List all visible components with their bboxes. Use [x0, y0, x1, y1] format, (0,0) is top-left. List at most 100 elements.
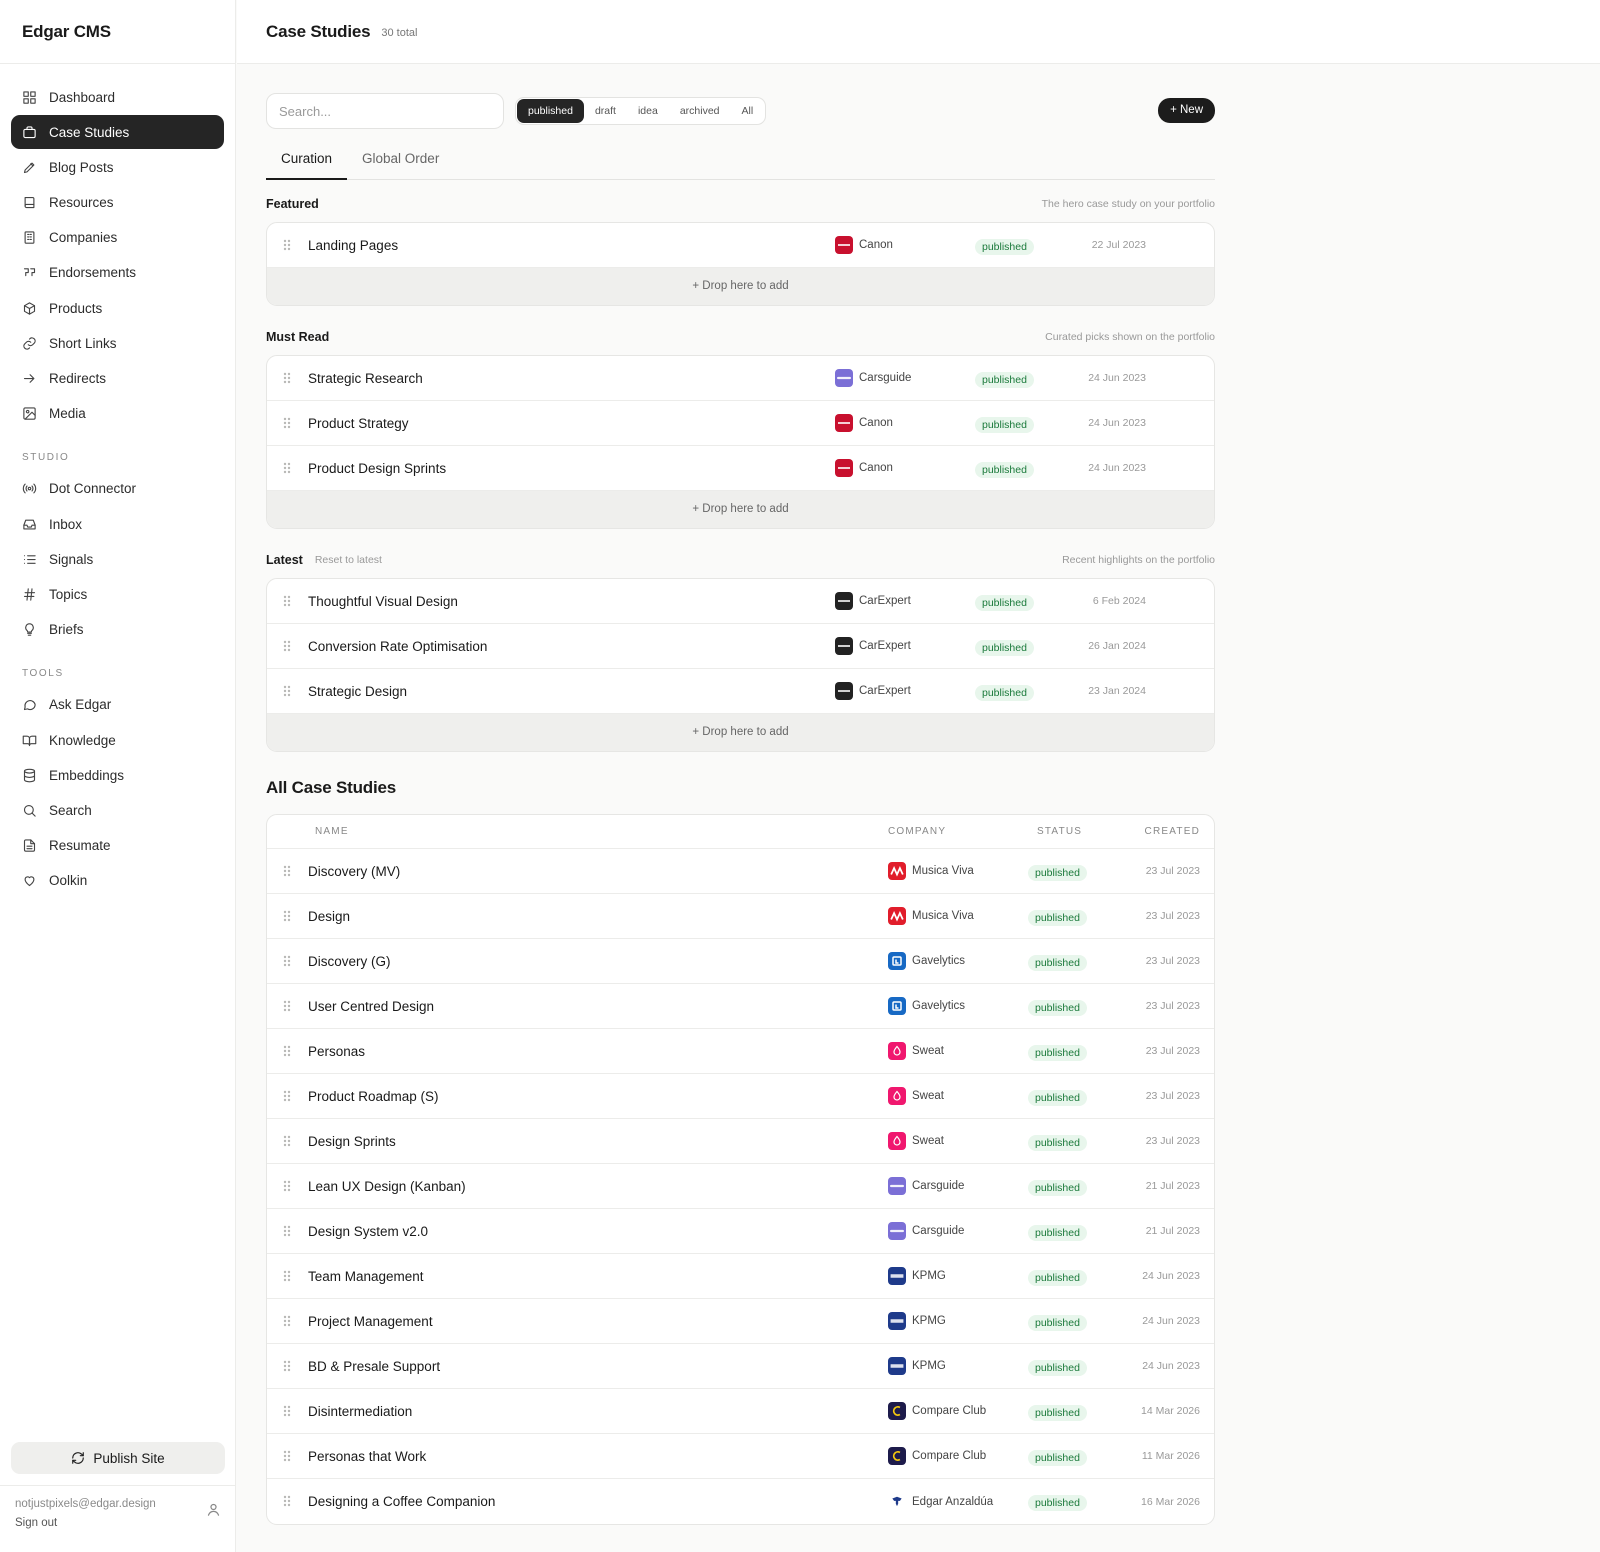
case-study-name[interactable]: Thoughtful Visual Design	[308, 594, 458, 609]
sidebar-item-inbox[interactable]: Inbox	[11, 507, 224, 541]
user-icon[interactable]	[206, 1502, 221, 1517]
filter-all[interactable]: All	[731, 99, 765, 123]
table-row[interactable]: Designing a Coffee Companion Edgar Anzald…	[267, 1479, 1214, 1524]
filter-archived[interactable]: archived	[669, 99, 731, 123]
drag-handle-icon[interactable]	[282, 1314, 292, 1328]
case-study-name[interactable]: User Centred Design	[308, 999, 434, 1014]
tab-curation[interactable]: Curation	[266, 138, 348, 180]
filter-published[interactable]: published	[517, 99, 584, 123]
case-study-name[interactable]: Lean UX Design (Kanban)	[308, 1179, 466, 1194]
drag-handle-icon[interactable]	[282, 1359, 292, 1373]
reset-to-latest-link[interactable]: Reset to latest	[315, 554, 382, 566]
table-row[interactable]: Strategic Research Carsguide published 24 J…	[267, 356, 1214, 401]
case-study-name[interactable]: BD & Presale Support	[308, 1359, 440, 1374]
column-status[interactable]: STATUS	[1037, 826, 1082, 837]
case-study-name[interactable]: Product Design Sprints	[308, 461, 446, 476]
drag-handle-icon[interactable]	[282, 1404, 292, 1418]
sidebar-item-blog-posts[interactable]: Blog Posts	[11, 150, 224, 184]
column-company[interactable]: COMPANY	[888, 826, 946, 837]
drag-handle-icon[interactable]	[282, 684, 292, 698]
drag-handle-icon[interactable]	[282, 238, 292, 252]
sidebar-item-case-studies[interactable]: Case Studies	[11, 115, 224, 150]
sidebar-item-redirects[interactable]: Redirects	[11, 362, 224, 396]
drag-handle-icon[interactable]	[282, 1494, 292, 1508]
case-study-name[interactable]: Disintermediation	[308, 1404, 412, 1419]
drag-handle-icon[interactable]	[282, 416, 292, 430]
tab-global-order[interactable]: Global Order	[347, 138, 454, 179]
publish-site-button[interactable]: Publish Site	[11, 1442, 225, 1474]
table-row[interactable]: Landing Pages Canon published 22 Jul 2023	[267, 223, 1214, 268]
table-row[interactable]: Product Design Sprints Canon published 24 J…	[267, 446, 1214, 491]
sidebar-item-embeddings[interactable]: Embeddings	[11, 758, 224, 792]
drag-handle-icon[interactable]	[282, 1179, 292, 1193]
drag-handle-icon[interactable]	[282, 1089, 292, 1103]
drag-handle-icon[interactable]	[282, 639, 292, 653]
sidebar-item-resumate[interactable]: Resumate	[11, 829, 224, 863]
sidebar-item-oolkin[interactable]: Oolkin	[11, 864, 224, 898]
sidebar-item-companies[interactable]: Companies	[11, 221, 224, 255]
drag-handle-icon[interactable]	[282, 1224, 292, 1238]
drag-handle-icon[interactable]	[282, 1134, 292, 1148]
sidebar-item-short-links[interactable]: Short Links	[11, 326, 224, 360]
sidebar-item-topics[interactable]: Topics	[11, 577, 224, 611]
drag-handle-icon[interactable]	[282, 954, 292, 968]
filter-idea[interactable]: idea	[627, 99, 669, 123]
table-row[interactable]: Design System v2.0 Carsguide published 21 J…	[267, 1209, 1214, 1254]
drag-handle-icon[interactable]	[282, 1269, 292, 1283]
case-study-name[interactable]: Team Management	[308, 1269, 424, 1284]
table-row[interactable]: Project Management KPMG published 24 Jun 20…	[267, 1299, 1214, 1344]
table-row[interactable]: Thoughtful Visual Design CarExpert publish…	[267, 579, 1214, 624]
filter-draft[interactable]: draft	[584, 99, 627, 123]
sidebar-item-knowledge[interactable]: Knowledge	[11, 723, 224, 757]
sidebar-item-endorsements[interactable]: Endorsements	[11, 256, 224, 290]
table-row[interactable]: Disintermediation Compare Club published 14…	[267, 1389, 1214, 1434]
case-study-name[interactable]: Design System v2.0	[308, 1224, 428, 1239]
table-row[interactable]: Personas Sweat published 23 Jul 2023	[267, 1029, 1214, 1074]
case-study-name[interactable]: Conversion Rate Optimisation	[308, 639, 487, 654]
table-row[interactable]: Strategic Design CarExpert published 23 Jan…	[267, 669, 1214, 714]
sidebar-item-dashboard[interactable]: Dashboard	[11, 80, 224, 114]
table-row[interactable]: Lean UX Design (Kanban) Carsguide publishe…	[267, 1164, 1214, 1209]
table-row[interactable]: Team Management KPMG published 24 Jun 2023	[267, 1254, 1214, 1299]
drag-handle-icon[interactable]	[282, 909, 292, 923]
sidebar-item-briefs[interactable]: Briefs	[11, 613, 224, 647]
sidebar-item-resources[interactable]: Resources	[11, 186, 224, 220]
sign-out-link[interactable]: Sign out	[15, 1517, 221, 1529]
table-row[interactable]: User Centred Design Gavelytics published 23…	[267, 984, 1214, 1029]
table-row[interactable]: BD & Presale Support KPMG published 24 Jun …	[267, 1344, 1214, 1389]
table-row[interactable]: Design Sprints Sweat published 23 Jul 2023	[267, 1119, 1214, 1164]
case-study-name[interactable]: Personas	[308, 1044, 365, 1059]
column-name[interactable]: NAME	[315, 826, 349, 837]
case-study-name[interactable]: Design	[308, 909, 350, 924]
case-study-name[interactable]: Personas that Work	[308, 1449, 426, 1464]
case-study-name[interactable]: Landing Pages	[308, 238, 398, 253]
case-study-name[interactable]: Discovery (MV)	[308, 864, 400, 879]
sidebar-item-media[interactable]: Media	[11, 397, 224, 431]
case-study-name[interactable]: Product Roadmap (S)	[308, 1089, 439, 1104]
table-row[interactable]: Personas that Work Compare Club published 1…	[267, 1434, 1214, 1479]
case-study-name[interactable]: Product Strategy	[308, 416, 409, 431]
case-study-name[interactable]: Strategic Design	[308, 684, 407, 699]
drag-handle-icon[interactable]	[282, 999, 292, 1013]
table-row[interactable]: Product Strategy Canon published 24 Jun 202…	[267, 401, 1214, 446]
drag-handle-icon[interactable]	[282, 1449, 292, 1463]
case-study-name[interactable]: Designing a Coffee Companion	[308, 1494, 495, 1509]
new-case-study-button[interactable]: + New	[1158, 98, 1215, 123]
drag-handle-icon[interactable]	[282, 864, 292, 878]
drop-zone[interactable]: + Drop here to add	[267, 268, 1214, 305]
drop-zone[interactable]: + Drop here to add	[267, 714, 1214, 751]
table-row[interactable]: Discovery (MV) Musica Viva published 23 Jul…	[267, 849, 1214, 894]
table-row[interactable]: Conversion Rate Optimisation CarExpert pub…	[267, 624, 1214, 669]
drag-handle-icon[interactable]	[282, 1044, 292, 1058]
sidebar-item-signals[interactable]: Signals	[11, 542, 224, 576]
drop-zone[interactable]: + Drop here to add	[267, 491, 1214, 528]
table-row[interactable]: Discovery (G) Gavelytics published 23 Jul 2…	[267, 939, 1214, 984]
case-study-name[interactable]: Strategic Research	[308, 371, 423, 386]
sidebar-item-search[interactable]: Search	[11, 793, 224, 827]
search-input[interactable]: Search...	[266, 93, 504, 129]
sidebar-item-dot-connector[interactable]: Dot Connector	[11, 472, 224, 506]
table-row[interactable]: Design Musica Viva published 23 Jul 2023	[267, 894, 1214, 939]
column-created[interactable]: CREATED	[1145, 826, 1200, 837]
case-study-name[interactable]: Project Management	[308, 1314, 433, 1329]
drag-handle-icon[interactable]	[282, 461, 292, 475]
